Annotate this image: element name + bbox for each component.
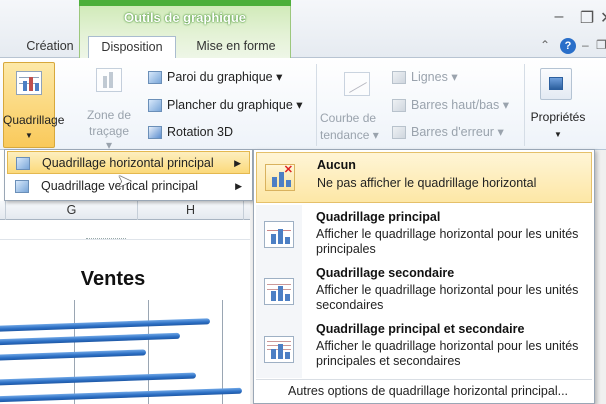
chart-floor-icon: [148, 99, 162, 113]
paroi-du-graphique-button[interactable]: Paroi du graphique ▾: [148, 68, 282, 86]
ribbon-separator: [316, 64, 317, 146]
horizontal-gridlines-gallery: ✕ Aucun Ne pas afficher le quadrillage h…: [253, 149, 595, 404]
rotation-3d-icon: [148, 126, 162, 140]
minor-gridlines-icon: [264, 278, 294, 305]
column-header-g[interactable]: G: [6, 201, 138, 220]
barres-erreur-button[interactable]: Barres d'erreur ▾: [392, 123, 504, 141]
major-minor-gridlines-icon: [264, 336, 294, 363]
proprietes-button[interactable]: Propriétés ▼: [528, 64, 588, 148]
chart-title[interactable]: Ventes: [0, 268, 226, 291]
lines-icon: [392, 71, 406, 85]
lignes-button[interactable]: Lignes ▾: [392, 68, 458, 86]
tracage-label: traçage ▾: [88, 124, 130, 152]
zone-de-label: Zone de: [86, 108, 132, 122]
chevron-down-icon: ▼: [554, 130, 562, 139]
restore-icon[interactable]: ❐: [576, 8, 598, 30]
chart-resize-handle[interactable]: [86, 238, 126, 241]
chevron-down-icon: ▼: [25, 131, 33, 140]
plancher-du-graphique-button[interactable]: Plancher du graphique ▾: [148, 96, 303, 114]
context-tab-title: Outils de graphique: [123, 10, 247, 25]
gallery-item-desc: Afficher le quadrillage horizontal pour …: [316, 227, 579, 256]
gallery-item-quadrillage-secondaire[interactable]: Quadrillage secondaire Afficher le quadr…: [256, 264, 592, 318]
horizontal-gridlines-icon: [16, 157, 30, 171]
gallery-item-title: Aucun: [317, 158, 356, 172]
chart-bar: [0, 372, 197, 386]
gallery-item-desc: Afficher le quadrillage horizontal pour …: [316, 283, 579, 312]
context-tab-strip: [79, 0, 291, 6]
chevron-right-icon: ▶: [235, 181, 242, 191]
chart-gridline: [148, 300, 149, 404]
minimize-icon[interactable]: –: [548, 8, 570, 30]
autres-options-link[interactable]: Autres options de quadrillage horizontal…: [256, 379, 592, 403]
chart-bar: [0, 332, 181, 346]
help-icon[interactable]: ?: [560, 38, 576, 54]
chevron-right-icon: ▶: [234, 158, 241, 168]
major-gridlines-icon: [264, 221, 294, 248]
gallery-item-desc: Ne pas afficher le quadrillage horizonta…: [317, 176, 537, 190]
gridlines-icon: [16, 71, 42, 95]
error-bars-icon: [392, 126, 406, 140]
barres-haut-bas-button[interactable]: Barres haut/bas ▾: [392, 96, 509, 114]
tab-disposition[interactable]: Disposition: [88, 36, 176, 60]
restore-window-icon[interactable]: ❐: [596, 38, 606, 52]
gallery-item-title: Quadrillage secondaire: [316, 266, 455, 280]
courbe-de-label: Courbe de: [320, 111, 377, 125]
trendline-icon: [344, 72, 370, 96]
rotation-3d-button[interactable]: Rotation 3D: [148, 123, 233, 141]
vertical-gridlines-icon: [15, 180, 29, 194]
zone-de-tracage-button[interactable]: Zone de traçage ▾: [86, 64, 132, 152]
ribbon-separator: [524, 64, 525, 146]
gallery-item-desc: Afficher le quadrillage horizontal pour …: [316, 339, 579, 368]
tab-mise-en-forme[interactable]: Mise en forme: [188, 36, 284, 59]
chart-bar: [0, 387, 243, 403]
plot-area-icon: [96, 68, 122, 92]
properties-icon: [540, 68, 572, 100]
close-icon[interactable]: ✕: [600, 8, 606, 30]
quadrillage-label: Quadrillage: [3, 113, 65, 127]
up-down-bars-icon: [392, 99, 406, 113]
mouse-cursor-icon: ➤: [117, 171, 133, 191]
collapse-ribbon-icon[interactable]: ⌃: [540, 38, 550, 52]
chart-plot-area[interactable]: [0, 300, 250, 404]
gallery-item-title: Quadrillage principal: [316, 210, 441, 224]
gallery-item-quadrillage-principal-et-secondaire[interactable]: Quadrillage principal et secondaire Affi…: [256, 320, 592, 376]
proprietes-label: Propriétés: [530, 110, 586, 124]
column-header-h[interactable]: H: [138, 201, 244, 220]
gallery-item-title: Quadrillage principal et secondaire: [316, 322, 525, 336]
tendance-label: tendance ▾: [320, 128, 379, 142]
gallery-item-aucun[interactable]: ✕ Aucun Ne pas afficher le quadrillage h…: [256, 152, 592, 203]
tab-creation[interactable]: Création: [22, 36, 78, 59]
chart-wall-icon: [148, 71, 162, 85]
chart-bar: [0, 318, 211, 332]
minimize-window-icon[interactable]: –: [582, 38, 589, 52]
no-gridlines-icon: ✕: [265, 164, 295, 191]
courbe-de-tendance-button[interactable]: Courbe de tendance ▾: [320, 64, 390, 148]
gallery-item-quadrillage-principal[interactable]: Quadrillage principal Afficher le quadri…: [256, 208, 592, 262]
